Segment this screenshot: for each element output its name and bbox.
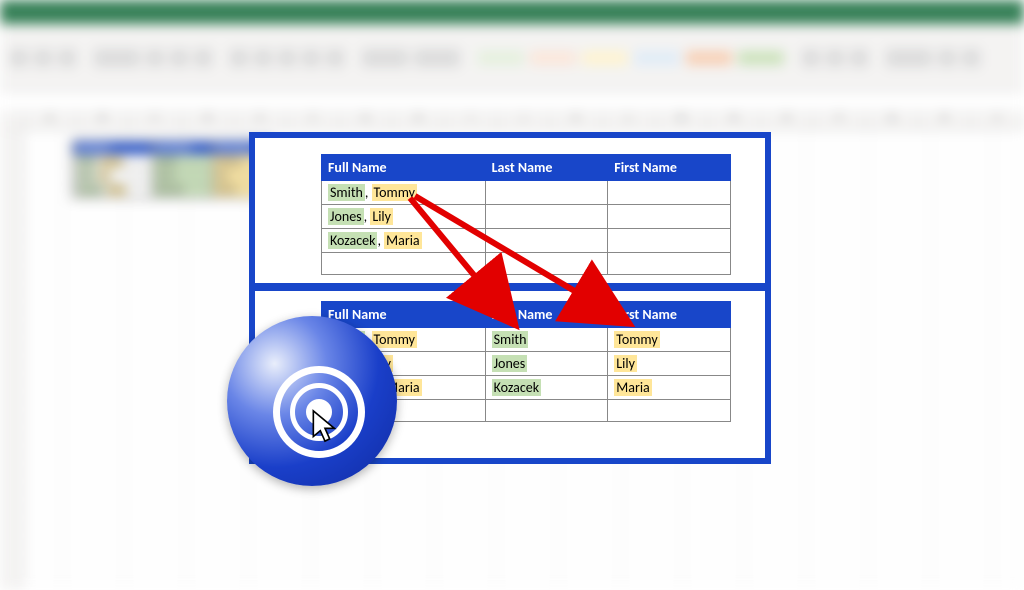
formula-bar <box>0 92 1024 112</box>
header-last-name: Last Name <box>485 155 608 181</box>
mini-header-last: Last Name <box>153 141 213 155</box>
before-pane: Full Name Last Name First Name Smith, To… <box>255 138 765 283</box>
divider <box>255 283 765 291</box>
column-header: I <box>445 112 498 129</box>
column-headers: ABCDEFGHIJKLMNOPQRS <box>0 112 1024 130</box>
header-first-name: First Name <box>608 155 731 181</box>
mini-cell: Smith, Tommy <box>73 155 153 169</box>
column-header: A <box>24 112 77 129</box>
tutorial-overlay: Full Name Last Name First Name Smith, To… <box>255 138 765 458</box>
column-header: R <box>919 112 972 129</box>
header-last-name: Last Name <box>485 302 608 328</box>
column-header: K <box>550 112 603 129</box>
table-row: Jones, Lily <box>322 205 731 229</box>
column-header: C <box>129 112 182 129</box>
cell-fullname: Smith, Tommy <box>322 181 486 205</box>
mini-header-full: Full Name <box>73 141 153 155</box>
column-header: J <box>498 112 551 129</box>
table-row: Kozacek, Maria <box>322 229 731 253</box>
cell-lastname-empty <box>485 181 608 205</box>
header-first-name: First Name <box>608 302 731 328</box>
column-header: H <box>392 112 445 129</box>
table-row: Smith, Tommy Smith Tommy <box>322 328 731 352</box>
column-header: L <box>603 112 656 129</box>
column-header: N <box>708 112 761 129</box>
column-header: E <box>235 112 288 129</box>
column-header: F <box>287 112 340 129</box>
column-header: S <box>971 112 1024 129</box>
mini-table-preview: Full Name Last Name First Name Smith, To… <box>72 140 274 198</box>
column-header: P <box>813 112 866 129</box>
cell-lastname: Smith <box>485 328 608 352</box>
before-table: Full Name Last Name First Name Smith, To… <box>321 154 731 275</box>
header-full-name: Full Name <box>322 155 486 181</box>
click-logo-icon <box>227 316 397 486</box>
column-header: M <box>656 112 709 129</box>
column-header: O <box>761 112 814 129</box>
ribbon <box>0 24 1024 92</box>
cell-firstname: Tommy <box>608 328 731 352</box>
column-header: G <box>340 112 393 129</box>
cell-firstname-empty <box>608 181 731 205</box>
cursor-icon <box>311 408 339 444</box>
table-row <box>322 253 731 275</box>
column-header: Q <box>866 112 919 129</box>
column-header: D <box>182 112 235 129</box>
column-header: B <box>77 112 130 129</box>
title-bar <box>0 0 1024 24</box>
table-row: Smith, Tommy <box>322 181 731 205</box>
